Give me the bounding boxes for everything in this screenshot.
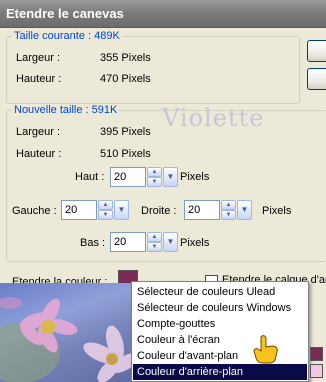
right-up-arrow-icon[interactable]: ▲ xyxy=(221,200,236,210)
left-input[interactable] xyxy=(61,200,97,220)
bottom-unit: Pixels xyxy=(180,237,210,249)
menu-item-eyedropper[interactable]: Compte-gouttes xyxy=(133,316,307,332)
right-down-arrow-icon[interactable]: ▼ xyxy=(221,210,236,220)
menu-item-windows-picker[interactable]: Sélecteur de couleurs Windows xyxy=(133,300,307,316)
left-label: Gauche : xyxy=(12,205,57,217)
pointing-hand-icon xyxy=(253,335,278,364)
flower-picture xyxy=(0,297,140,382)
bottom-label: Bas : xyxy=(80,237,106,249)
current-height-value: 470 Pixels xyxy=(100,73,151,85)
background-swatch[interactable] xyxy=(310,364,323,378)
top-dropdown-icon[interactable]: ▼ xyxy=(163,167,178,187)
new-height-value: 510 Pixels xyxy=(100,148,151,160)
right-spinner: ▲ ▼ ▼ xyxy=(184,200,252,220)
top-arrows: ▲ ▼ xyxy=(147,167,162,187)
left-arrows: ▲ ▼ xyxy=(98,200,113,220)
right-arrows: ▲ ▼ xyxy=(221,200,236,220)
left-spinner: ▲ ▼ ▼ xyxy=(61,200,129,220)
window-title: Etendre le canevas xyxy=(6,6,124,21)
menu-item-foreground-color[interactable]: Couleur d'avant-plan xyxy=(133,348,307,364)
menu-item-background-color[interactable]: Couleur d'arrière-plan xyxy=(133,364,307,380)
foreground-swatch[interactable] xyxy=(310,347,323,361)
new-width-label: Largeur : xyxy=(16,126,61,138)
bottom-up-arrow-icon[interactable]: ▲ xyxy=(147,232,162,242)
right-unit: Pixels xyxy=(262,205,292,217)
current-height-label: Hauteur : xyxy=(16,73,62,85)
left-dropdown-icon[interactable]: ▼ xyxy=(114,200,129,220)
right-input[interactable] xyxy=(184,200,220,220)
ok-button[interactable] xyxy=(307,40,326,62)
bottom-arrows: ▲ ▼ xyxy=(147,232,162,252)
right-dropdown-icon[interactable]: ▼ xyxy=(237,200,252,220)
bottom-spinner: ▲ ▼ ▼ xyxy=(110,232,178,252)
bottom-down-arrow-icon[interactable]: ▼ xyxy=(147,242,162,252)
top-input[interactable] xyxy=(110,167,146,187)
top-spinner: ▲ ▼ ▼ xyxy=(110,167,178,187)
color-source-menu: Sélecteur de couleurs Ulead Sélecteur de… xyxy=(131,281,309,382)
new-size-legend: Nouvelle taille : 591K xyxy=(12,104,120,116)
title-bar: Etendre le canevas xyxy=(0,0,326,28)
new-width-value: 395 Pixels xyxy=(100,126,151,138)
right-label: Droite : xyxy=(141,205,177,217)
current-width-label: Largeur : xyxy=(16,52,61,64)
current-size-group xyxy=(6,36,300,104)
top-label: Haut : xyxy=(75,171,105,183)
menu-item-ulead-picker[interactable]: Sélecteur de couleurs Ulead xyxy=(133,284,307,300)
preview-image xyxy=(0,283,140,382)
current-width-value: 355 Pixels xyxy=(100,52,151,64)
top-unit: Pixels xyxy=(180,171,210,183)
current-size-legend: Taille courante : 489K xyxy=(12,30,122,42)
cancel-button[interactable] xyxy=(307,68,326,90)
bottom-dropdown-icon[interactable]: ▼ xyxy=(163,232,178,252)
top-down-arrow-icon[interactable]: ▼ xyxy=(147,177,162,187)
new-height-label: Hauteur : xyxy=(16,148,62,160)
menu-item-screen-color[interactable]: Couleur à l'écran xyxy=(133,332,307,348)
left-down-arrow-icon[interactable]: ▼ xyxy=(98,210,113,220)
watermark-text: Violette xyxy=(162,104,265,132)
top-up-arrow-icon[interactable]: ▲ xyxy=(147,167,162,177)
bottom-input[interactable] xyxy=(110,232,146,252)
left-up-arrow-icon[interactable]: ▲ xyxy=(98,200,113,210)
